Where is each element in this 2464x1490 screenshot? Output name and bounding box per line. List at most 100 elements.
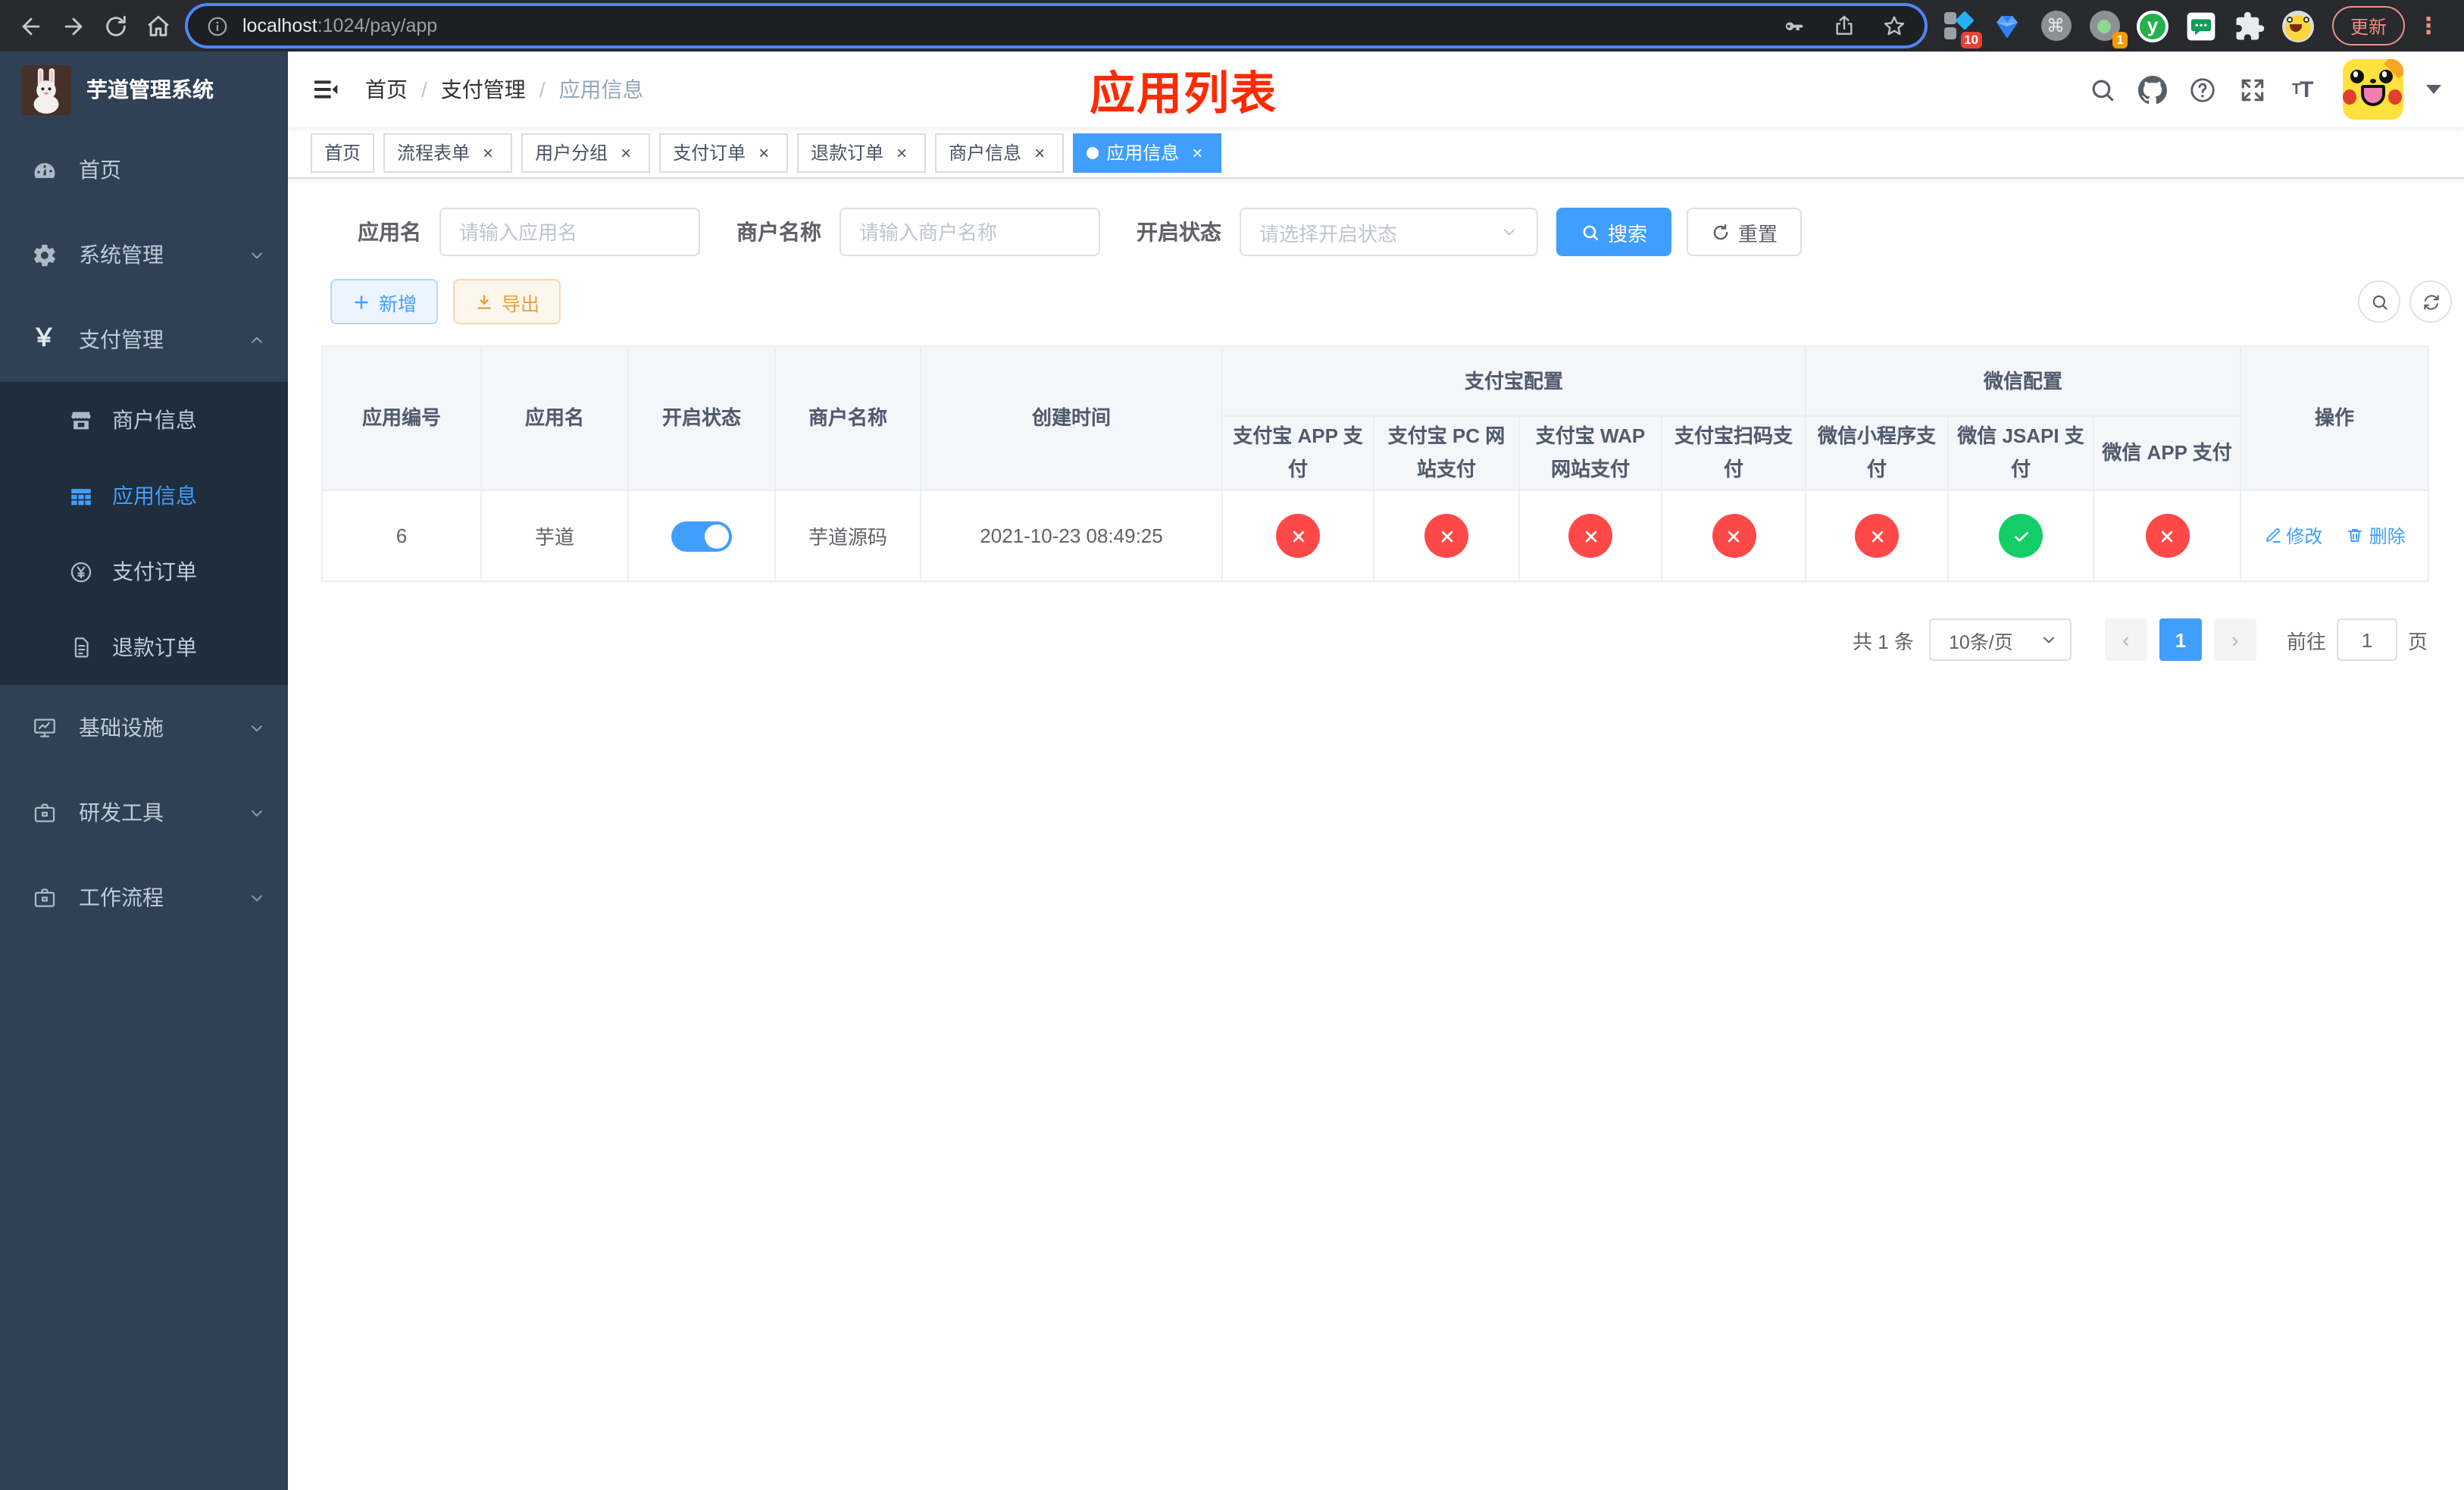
status-label: 开启状态: [1137, 220, 1221, 244]
site-info-icon[interactable]: [206, 14, 229, 37]
show-search-button[interactable]: [2358, 280, 2400, 323]
tab-close-icon[interactable]: ×: [477, 142, 499, 163]
fullscreen-icon[interactable]: [2237, 74, 2267, 105]
extension-puzzle-icon[interactable]: [2234, 10, 2265, 42]
goto-page-input[interactable]: [2336, 618, 2397, 661]
sidebar: 芋道管理系统 首页系统管理 ￥ 支付管理 商户信息 应用信息 支付订单 退款订单 基础设施 研发…: [0, 52, 288, 1490]
tab-home[interactable]: 首页: [311, 133, 375, 172]
sidebar-item-home[interactable]: 首页: [0, 127, 288, 212]
column-header-wechat-lite: 微信小程序支付: [1805, 415, 1950, 491]
tab-close-icon[interactable]: ×: [891, 142, 912, 163]
app-name-input[interactable]: [439, 208, 700, 256]
tab-close-icon[interactable]: ×: [1187, 142, 1208, 163]
user-avatar[interactable]: [2343, 59, 2403, 120]
delete-button[interactable]: 删除: [2347, 523, 2406, 549]
password-key-icon[interactable]: [1782, 14, 1806, 38]
briefcase-icon: [30, 799, 58, 826]
sidebar-item-label: 支付管理: [79, 327, 164, 352]
sidebar-item-label: 首页: [79, 158, 121, 182]
page-1-button[interactable]: 1: [2159, 618, 2202, 661]
tab-process-form[interactable]: 流程表单 ×: [383, 133, 513, 172]
sidebar-item-app-info[interactable]: 应用信息: [0, 458, 288, 534]
edit-button[interactable]: 修改: [2263, 523, 2322, 549]
search-icon: [2372, 294, 2387, 309]
forward-icon: [64, 17, 82, 35]
tab-user-group[interactable]: 用户分组 ×: [521, 133, 651, 172]
refresh-table-button[interactable]: [2409, 280, 2452, 323]
filter-form: 应用名 商户名称 开启状态 请选择开启状态 搜索 重置: [358, 208, 2428, 256]
navbar-actions: TT: [2087, 59, 2441, 120]
status-toggle[interactable]: [671, 521, 732, 551]
github-icon[interactable]: [2137, 74, 2167, 105]
disabled-x-icon: [1712, 514, 1756, 558]
sidebar-item-dev-tools[interactable]: 研发工具: [0, 770, 288, 855]
merchant-name-input[interactable]: [840, 208, 1100, 256]
sidebar-item-system[interactable]: 系统管理: [0, 212, 288, 297]
goto-label: 前往: [2286, 630, 2326, 653]
font-size-icon[interactable]: TT: [2287, 74, 2317, 105]
sidebar-item-workflow[interactable]: 工作流程: [0, 855, 288, 940]
column-header-status: 开启状态: [627, 346, 776, 491]
table-row: 6 芋道 芋道源码 2021-10-23 08:49:25 修改 删除: [321, 490, 2430, 582]
tab-merchant-info[interactable]: 商户信息 ×: [935, 133, 1065, 172]
extension-chat-icon[interactable]: [2185, 10, 2217, 42]
sidebar-item-merchant-info[interactable]: 商户信息: [0, 382, 288, 458]
export-button[interactable]: 导出: [453, 279, 561, 324]
tab-close-icon[interactable]: ×: [1029, 142, 1050, 163]
extension-command-icon[interactable]: ⌘: [2040, 10, 2072, 42]
sidebar-item-payment[interactable]: ￥ 支付管理: [0, 297, 288, 382]
browser-menu-icon[interactable]: ⋮: [2417, 12, 2440, 39]
share-icon[interactable]: [1832, 14, 1856, 38]
bookmark-star-icon[interactable]: [1882, 14, 1906, 38]
page-unit-label: 页: [2407, 630, 2428, 653]
update-button[interactable]: 更新: [2332, 6, 2406, 45]
disabled-x-icon: [1276, 514, 1320, 558]
add-button[interactable]: 新增: [330, 279, 439, 324]
cell-alipay-wap: [1518, 490, 1662, 582]
avatar-caret-icon[interactable]: [2426, 85, 2441, 94]
app-logo-row[interactable]: 芋道管理系统: [0, 52, 288, 127]
prev-page-button[interactable]: ‹: [2104, 618, 2147, 661]
reload-button[interactable]: [94, 5, 136, 47]
breadcrumb-home[interactable]: 首页: [365, 74, 408, 105]
sidebar-item-pay-order[interactable]: 支付订单: [0, 534, 288, 609]
reset-button[interactable]: 重置: [1687, 208, 1803, 256]
search-button[interactable]: 搜索: [1556, 208, 1672, 256]
help-icon[interactable]: [2187, 74, 2217, 105]
breadcrumb-payment[interactable]: 支付管理: [441, 74, 526, 105]
chevron-down-icon: [247, 245, 267, 265]
extension-yudao-icon[interactable]: y: [2137, 10, 2169, 42]
next-page-button[interactable]: ›: [2213, 618, 2256, 661]
forward-button[interactable]: [52, 5, 94, 47]
tab-refund-order[interactable]: 退款订单 ×: [797, 133, 927, 172]
status-select[interactable]: 请选择开启状态: [1240, 208, 1538, 256]
sidebar-toggle-icon[interactable]: [311, 74, 341, 105]
pagination: 共 1 条 10条/页 ‹ 1 › 前往 页: [321, 618, 2428, 661]
tab-app-info[interactable]: 应用信息 ×: [1073, 133, 1222, 172]
cell-alipay-app: [1221, 490, 1374, 582]
avatar-nose: [2370, 79, 2376, 83]
extension-gem-icon[interactable]: [1991, 10, 2023, 42]
tab-close-icon[interactable]: ×: [615, 142, 636, 163]
avatar-eye: [2379, 70, 2393, 83]
tab-close-icon[interactable]: ×: [753, 142, 774, 163]
extension-apps-grid-icon[interactable]: 10: [1943, 10, 1982, 48]
home-button[interactable]: [136, 5, 179, 47]
search-icon[interactable]: [2087, 74, 2117, 105]
refresh-icon: [1713, 223, 1728, 239]
tab-pay-order[interactable]: 支付订单 ×: [659, 133, 789, 172]
enabled-check-icon: [1999, 514, 2043, 558]
sidebar-item-refund-order[interactable]: 退款订单: [0, 609, 288, 685]
extension-status-dot-icon[interactable]: 1: [2088, 10, 2128, 48]
extension-profile-emoji-icon[interactable]: [2282, 10, 2314, 42]
cell-merchant: 芋道源码: [774, 490, 921, 582]
sidebar-item-infrastructure[interactable]: 基础设施: [0, 685, 288, 770]
refresh-icon: [2423, 294, 2438, 309]
document-icon: [67, 634, 94, 661]
avatar-cheek: [2388, 89, 2402, 105]
table-toolbar: 新增 导出: [330, 279, 2452, 324]
back-button[interactable]: [9, 5, 52, 47]
briefcase-icon: [30, 884, 58, 911]
page-size-select[interactable]: 10条/页: [1928, 618, 2072, 661]
address-bar[interactable]: localhost:1024/pay/app: [188, 6, 1925, 45]
